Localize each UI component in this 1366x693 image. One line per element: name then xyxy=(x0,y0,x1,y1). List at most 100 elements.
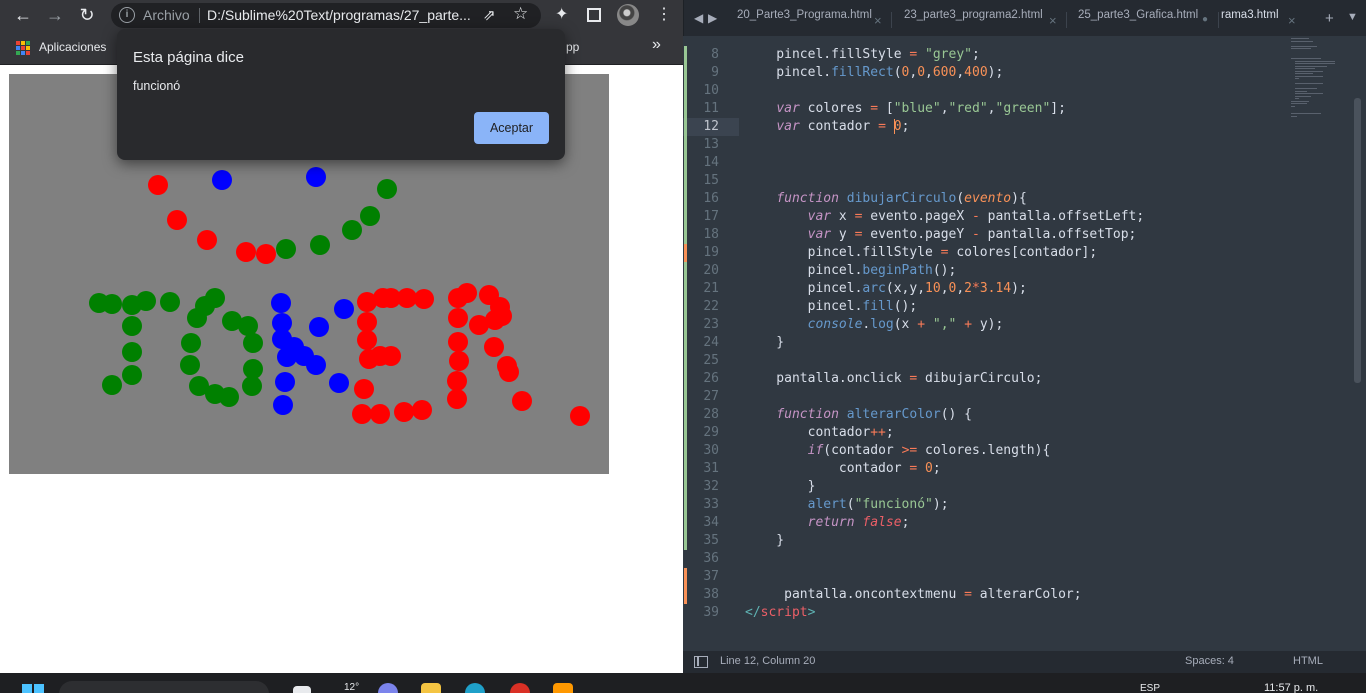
code-line[interactable]: 15 xyxy=(683,172,1283,190)
apps-grid-icon[interactable] xyxy=(16,41,30,55)
reload-icon[interactable]: ↻ xyxy=(76,4,98,26)
bookmark-star-icon[interactable]: ☆ xyxy=(513,4,528,24)
code-text: alert("funcionó"); xyxy=(807,497,949,512)
code-line[interactable]: 10 xyxy=(683,82,1283,100)
code-line[interactable]: 21 pincel.arc(x,y,10,0,2*3.14); xyxy=(683,280,1283,298)
bookmarks-overflow-icon[interactable]: » xyxy=(652,36,661,54)
back-arrow-icon[interactable]: ← xyxy=(12,4,34,26)
canvas-dot-green xyxy=(160,292,180,312)
line-number: 39 xyxy=(703,605,719,620)
address-url[interactable]: D:/Sublime%20Text/programas/27_parte... xyxy=(207,7,471,23)
code-line[interactable]: 31 contador = 0; xyxy=(683,460,1283,478)
code-line[interactable]: 37 xyxy=(683,568,1283,586)
code-line[interactable]: 38 pantalla.oncontextmenu = alterarColor… xyxy=(683,586,1283,604)
code-line[interactable]: 33 alert("funcionó"); xyxy=(683,496,1283,514)
tab-scroll-left-icon[interactable]: ◀ xyxy=(694,11,703,25)
code-line[interactable]: 16 function dibujarCirculo(evento){ xyxy=(683,190,1283,208)
line-number: 8 xyxy=(711,47,719,62)
teams-icon[interactable] xyxy=(378,683,398,693)
tab-close-icon[interactable]: × xyxy=(874,13,882,28)
share-icon[interactable]: ⇗ xyxy=(483,6,496,24)
profile-avatar[interactable] xyxy=(617,4,639,26)
side-panel-icon[interactable] xyxy=(587,8,601,22)
code-line[interactable]: 13 xyxy=(683,136,1283,154)
forward-arrow-icon[interactable]: → xyxy=(44,4,66,26)
code-line[interactable]: 36 xyxy=(683,550,1283,568)
windows-start-icon[interactable] xyxy=(22,684,44,693)
edge-icon[interactable] xyxy=(465,683,485,693)
code-line[interactable]: 39 </script> xyxy=(683,604,1283,622)
code-text: pantalla.oncontextmenu = alterarColor; xyxy=(745,587,1082,602)
code-line[interactable]: 35 } xyxy=(683,532,1283,550)
unsaved-dot-icon[interactable]: ● xyxy=(1202,14,1208,25)
code-line[interactable]: 30 if(contador >= colores.length){ xyxy=(683,442,1283,460)
tab-scroll-right-icon[interactable]: ▶ xyxy=(708,11,717,25)
indentation-setting[interactable]: Spaces: 4 xyxy=(1185,655,1234,667)
code-line[interactable]: 17 var x = evento.pageX - pantalla.offse… xyxy=(683,208,1283,226)
code-line[interactable]: 29 contador++; xyxy=(683,424,1283,442)
taskbar: 12° ESP 11:57 p. m. xyxy=(0,673,1366,693)
code-line[interactable]: 23 console.log(x + "," + y); xyxy=(683,316,1283,334)
code-line[interactable]: 14 xyxy=(683,154,1283,172)
tab-close-icon[interactable]: × xyxy=(1288,13,1296,28)
canvas-dot-red xyxy=(236,242,256,262)
code-line[interactable]: 19 pincel.fillStyle = colores[contador]; xyxy=(683,244,1283,262)
address-bar[interactable]: i Archivo D:/Sublime%20Text/programas/27… xyxy=(111,3,541,28)
bookmark-apps[interactable]: Aplicaciones xyxy=(39,40,106,54)
taskbar-search[interactable] xyxy=(59,681,269,693)
code-line[interactable]: 24 } xyxy=(683,334,1283,352)
browser-toolbar: ← → ↻ i Archivo D:/Sublime%20Text/progra… xyxy=(0,0,683,31)
tab-list-chevron-icon[interactable]: ▼ xyxy=(1347,11,1358,23)
status-bar: Line 12, Column 20 Spaces: 4 HTML xyxy=(683,651,1366,673)
input-language[interactable]: ESP xyxy=(1140,683,1160,693)
code-line[interactable]: 11 var colores = ["blue","red","green"]; xyxy=(683,100,1283,118)
sublime-text-icon[interactable] xyxy=(553,683,573,693)
syntax-mode[interactable]: HTML xyxy=(1293,655,1323,667)
new-tab-plus-icon[interactable]: + xyxy=(1325,10,1334,27)
code-line[interactable]: 9 pincel.fillRect(0,0,600,400); xyxy=(683,64,1283,82)
code-line[interactable]: 26 pantalla.onclick = dibujarCirculo; xyxy=(683,370,1283,388)
code-line[interactable]: 20 pincel.beginPath(); xyxy=(683,262,1283,280)
tab-divider xyxy=(1218,12,1219,28)
info-icon[interactable]: i xyxy=(119,7,135,23)
canvas-dot-red xyxy=(484,337,504,357)
menu-kebab-icon[interactable]: ⋮ xyxy=(656,4,672,26)
accept-button[interactable]: Aceptar xyxy=(474,112,549,144)
tab-25-parte3-grafica[interactable]: 25_parte3_Grafica.html xyxy=(1078,9,1198,35)
code-line[interactable]: 12 var contador = 0; xyxy=(683,118,1283,136)
bookmark-item-partial[interactable]: pp xyxy=(566,40,579,54)
code-editor: ◀ ▶ 20_Parte3_Programa.html × 23_parte3_… xyxy=(683,0,1366,673)
code-line[interactable]: 32 } xyxy=(683,478,1283,496)
line-number: 19 xyxy=(703,245,719,260)
code-line[interactable]: 8 pincel.fillStyle = "grey"; xyxy=(683,46,1283,64)
code-line[interactable]: 25 xyxy=(683,352,1283,370)
panel-toggle-icon[interactable] xyxy=(694,656,708,668)
tab-23-parte3-programa2[interactable]: 23_parte3_programa2.html xyxy=(904,9,1043,35)
file-explorer-icon[interactable] xyxy=(421,683,441,693)
code-line[interactable]: 18 var y = evento.pageY - pantalla.offse… xyxy=(683,226,1283,244)
chrome-icon[interactable] xyxy=(510,683,530,693)
canvas-dot-green xyxy=(122,365,142,385)
tab-20-parte3-programa[interactable]: 20_Parte3_Programa.html xyxy=(737,9,872,35)
line-number: 33 xyxy=(703,497,719,512)
code-text: pantalla.onclick = dibujarCirculo; xyxy=(745,371,1043,386)
canvas-dot-red xyxy=(447,371,467,391)
code-line[interactable]: 22 pincel.fill(); xyxy=(683,298,1283,316)
cursor-position[interactable]: Line 12, Column 20 xyxy=(720,655,815,667)
tab-rama3-active[interactable]: rama3.html xyxy=(1221,9,1279,35)
tab-close-icon[interactable]: × xyxy=(1049,13,1057,28)
weather-temp[interactable]: 12° xyxy=(344,682,359,693)
line-number: 14 xyxy=(703,155,719,170)
line-number: 17 xyxy=(703,209,719,224)
canvas-dot-green xyxy=(181,333,201,353)
task-view-icon[interactable] xyxy=(293,686,311,693)
code-line[interactable]: 28 function alterarColor() { xyxy=(683,406,1283,424)
canvas-dot-red xyxy=(354,379,374,399)
extensions-icon[interactable]: ✦ xyxy=(555,4,568,26)
code-line[interactable]: 34 return false; xyxy=(683,514,1283,532)
scrollbar-thumb[interactable] xyxy=(1354,98,1361,383)
code-line[interactable]: 27 xyxy=(683,388,1283,406)
system-clock[interactable]: 11:57 p. m. xyxy=(1264,682,1318,693)
canvas-dot-red xyxy=(148,175,168,195)
minimap[interactable] xyxy=(1287,38,1352,128)
